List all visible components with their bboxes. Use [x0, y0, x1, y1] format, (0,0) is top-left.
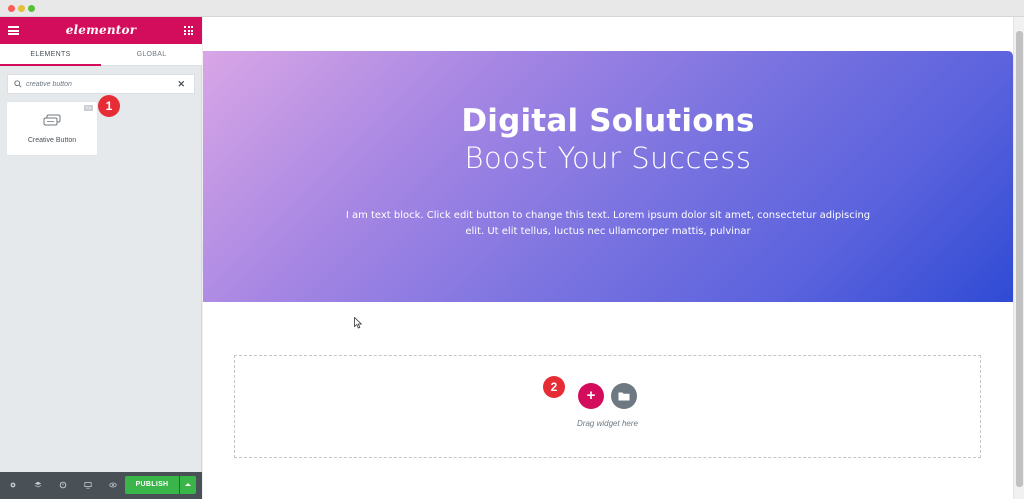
panel-tabs: ELEMENTS GLOBAL — [0, 44, 202, 66]
hero-text-block: I am text block. Click edit button to ch… — [345, 210, 871, 237]
step-marker-1: 1 — [98, 95, 120, 117]
scrollbar[interactable] — [1013, 17, 1024, 499]
add-section-button[interactable]: + — [578, 383, 604, 409]
responsive-icon[interactable] — [84, 481, 92, 489]
publish-button[interactable]: PUBLISH — [125, 476, 179, 494]
tab-global[interactable]: GLOBAL — [101, 44, 202, 66]
drag-widget-hint: Drag widget here — [577, 419, 638, 428]
mouse-cursor-icon — [354, 317, 362, 329]
publish-options-button[interactable] — [180, 476, 196, 494]
widgets-grid-icon[interactable] — [184, 26, 193, 35]
preview-canvas: Digital Solutions Boost Your Success I a… — [203, 17, 1013, 499]
empty-section-dropzone[interactable]: + Drag widget here — [234, 355, 981, 458]
widget-search: ✕ — [7, 74, 195, 94]
settings-icon[interactable] — [9, 481, 17, 489]
add-template-button[interactable] — [611, 383, 637, 409]
search-input[interactable] — [26, 78, 176, 91]
close-window-button[interactable] — [8, 5, 15, 12]
minimize-window-button[interactable] — [18, 5, 25, 12]
preview-icon[interactable] — [109, 481, 117, 489]
button-icon — [43, 114, 61, 126]
folder-icon — [618, 392, 630, 401]
title-bar — [0, 0, 1024, 17]
hero-subtitle: Boost Your Success — [464, 141, 752, 175]
hero-section[interactable]: Digital Solutions Boost Your Success I a… — [203, 51, 1013, 302]
navigator-icon[interactable] — [34, 481, 42, 489]
panel-footer: PUBLISH — [0, 472, 202, 499]
clear-search-icon[interactable]: ✕ — [177, 79, 185, 90]
search-icon — [14, 80, 22, 88]
scrollbar-thumb[interactable] — [1016, 31, 1023, 487]
history-icon[interactable] — [59, 481, 67, 489]
browser-window: elementor ELEMENTS GLOBAL ✕ EA Cre — [0, 0, 1024, 499]
step-marker-2: 2 — [543, 376, 565, 398]
maximize-window-button[interactable] — [28, 5, 35, 12]
panel-header: elementor — [0, 17, 202, 44]
tab-elements[interactable]: ELEMENTS — [0, 44, 101, 66]
elementor-logo: elementor — [65, 23, 137, 37]
elementor-panel: elementor ELEMENTS GLOBAL ✕ EA Cre — [0, 17, 202, 499]
pro-badge: EA — [84, 105, 93, 111]
widget-creative-button[interactable]: EA Creative Button — [7, 102, 97, 155]
widget-label: Creative Button — [27, 137, 77, 144]
hero-title: Digital Solutions — [461, 103, 755, 139]
